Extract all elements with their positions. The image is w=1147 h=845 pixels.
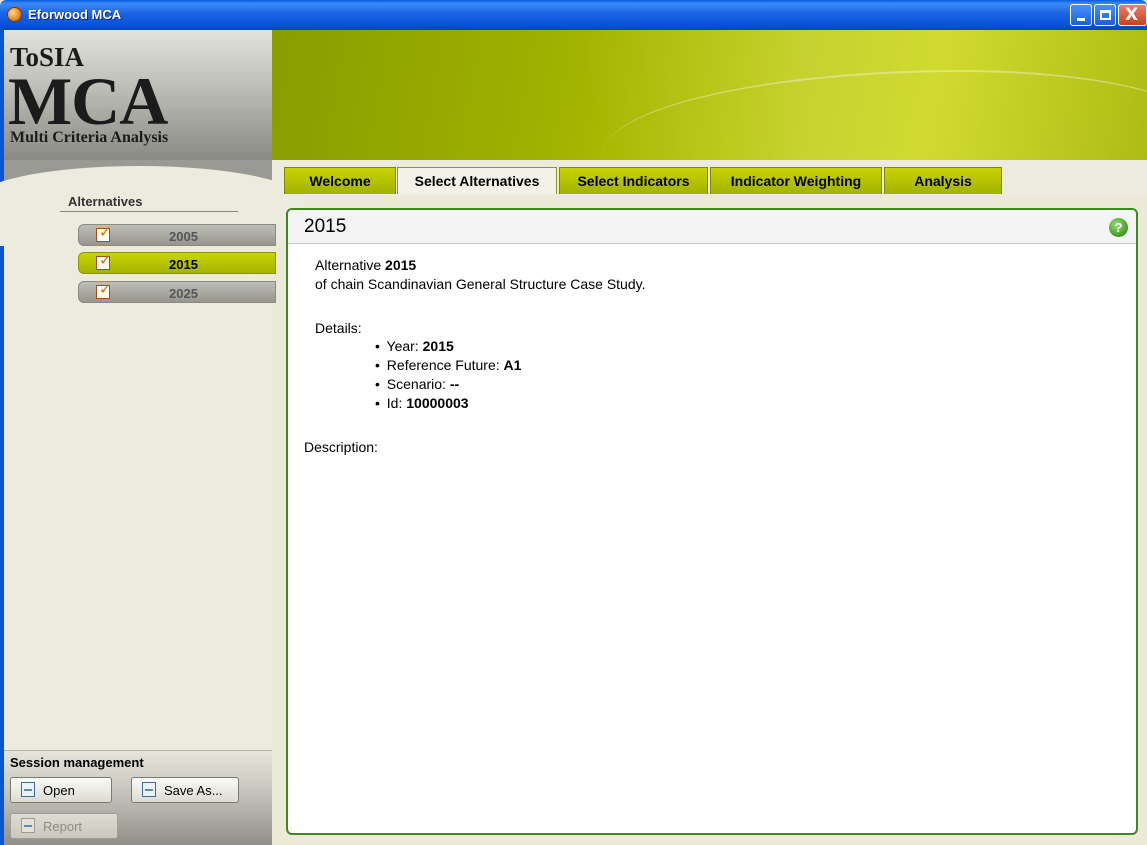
logo-subtitle: Multi Criteria Analysis xyxy=(10,129,169,146)
alternative-name: 2015 xyxy=(385,257,417,273)
maximize-button[interactable] xyxy=(1094,4,1116,26)
open-button[interactable]: Open xyxy=(10,777,112,803)
sidebar-item-label: 2015 xyxy=(169,257,198,272)
scenario-line: Scenario: -- xyxy=(375,375,459,393)
checkbox-icon[interactable] xyxy=(96,280,112,299)
reference-future-label: Reference Future: xyxy=(386,357,504,373)
reference-future-value: A1 xyxy=(503,357,522,373)
id-line: Id: 10000003 xyxy=(375,394,469,412)
sidebar-item-2025[interactable]: 2025 xyxy=(78,280,276,303)
tab-analysis[interactable]: Analysis xyxy=(884,167,1002,194)
description-label: Description: xyxy=(304,439,378,455)
alternative-line: Alternative 2015 xyxy=(315,256,416,274)
alternatives-heading: Alternatives xyxy=(68,194,143,209)
alternative-details-panel: 2015 ? Alternative 2015 of chain Scandin… xyxy=(286,208,1138,835)
maximize-icon xyxy=(1100,10,1111,20)
year-line: Year: 2015 xyxy=(375,337,454,355)
window-title: Eforwood MCA xyxy=(28,7,122,22)
logo-area: ToSIA MCA Multi Criteria Analysis xyxy=(0,30,272,160)
report-button-label: Report xyxy=(43,819,83,834)
header-banner xyxy=(272,30,1147,160)
tab-select-alternatives[interactable]: Select Alternatives xyxy=(397,167,557,194)
panel-title: 2015 xyxy=(304,216,347,237)
close-button[interactable]: X xyxy=(1118,4,1147,26)
panel-header: 2015 ? xyxy=(288,210,1136,244)
open-icon xyxy=(21,782,35,797)
window-titlebar[interactable]: Eforwood MCA X xyxy=(0,0,1147,30)
tab-strip: Welcome Select Alternatives Select Indic… xyxy=(272,160,1147,196)
left-sidebar: Alternatives 2005 2015 2025 Session mana… xyxy=(0,160,304,845)
session-label: Session management xyxy=(10,755,144,770)
checkbox-icon[interactable] xyxy=(96,223,112,242)
help-icon[interactable]: ? xyxy=(1109,218,1128,237)
chain-line: of chain Scandinavian General Structure … xyxy=(315,276,646,292)
year-value: 2015 xyxy=(422,338,454,354)
reference-future-line: Reference Future: A1 xyxy=(375,356,522,374)
save-as-button-label: Save As... xyxy=(164,783,223,798)
details-label: Details: xyxy=(315,320,362,336)
app-icon xyxy=(7,7,22,22)
logo-mca: MCA xyxy=(8,63,168,139)
sidebar-item-label: 2005 xyxy=(169,229,198,244)
minimize-button[interactable] xyxy=(1070,4,1092,26)
report-button[interactable]: Report xyxy=(10,813,118,839)
sidebar-item-2005[interactable]: 2005 xyxy=(78,223,276,246)
minimize-icon xyxy=(1077,18,1085,21)
tab-welcome[interactable]: Welcome xyxy=(284,167,396,194)
id-value: 10000003 xyxy=(406,395,469,411)
id-label: Id: xyxy=(386,395,407,411)
tab-select-indicators[interactable]: Select Indicators xyxy=(559,167,708,194)
scenario-label: Scenario: xyxy=(386,376,450,392)
tab-indicator-weighting[interactable]: Indicator Weighting xyxy=(710,167,882,194)
sidebar-item-label: 2025 xyxy=(169,286,198,301)
scenario-value: -- xyxy=(449,376,460,392)
open-button-label: Open xyxy=(43,783,75,798)
report-icon xyxy=(21,818,35,833)
save-as-button[interactable]: Save As... xyxy=(131,777,239,803)
session-management: Session management Open Save As... Repor… xyxy=(4,750,272,845)
alternative-prefix: Alternative xyxy=(315,257,386,273)
close-icon: X xyxy=(1125,5,1139,25)
save-icon xyxy=(142,782,156,797)
year-label: Year: xyxy=(386,338,423,354)
checkbox-icon[interactable] xyxy=(96,251,112,270)
alternatives-divider xyxy=(60,211,238,212)
sidebar-item-2015[interactable]: 2015 xyxy=(78,251,276,274)
